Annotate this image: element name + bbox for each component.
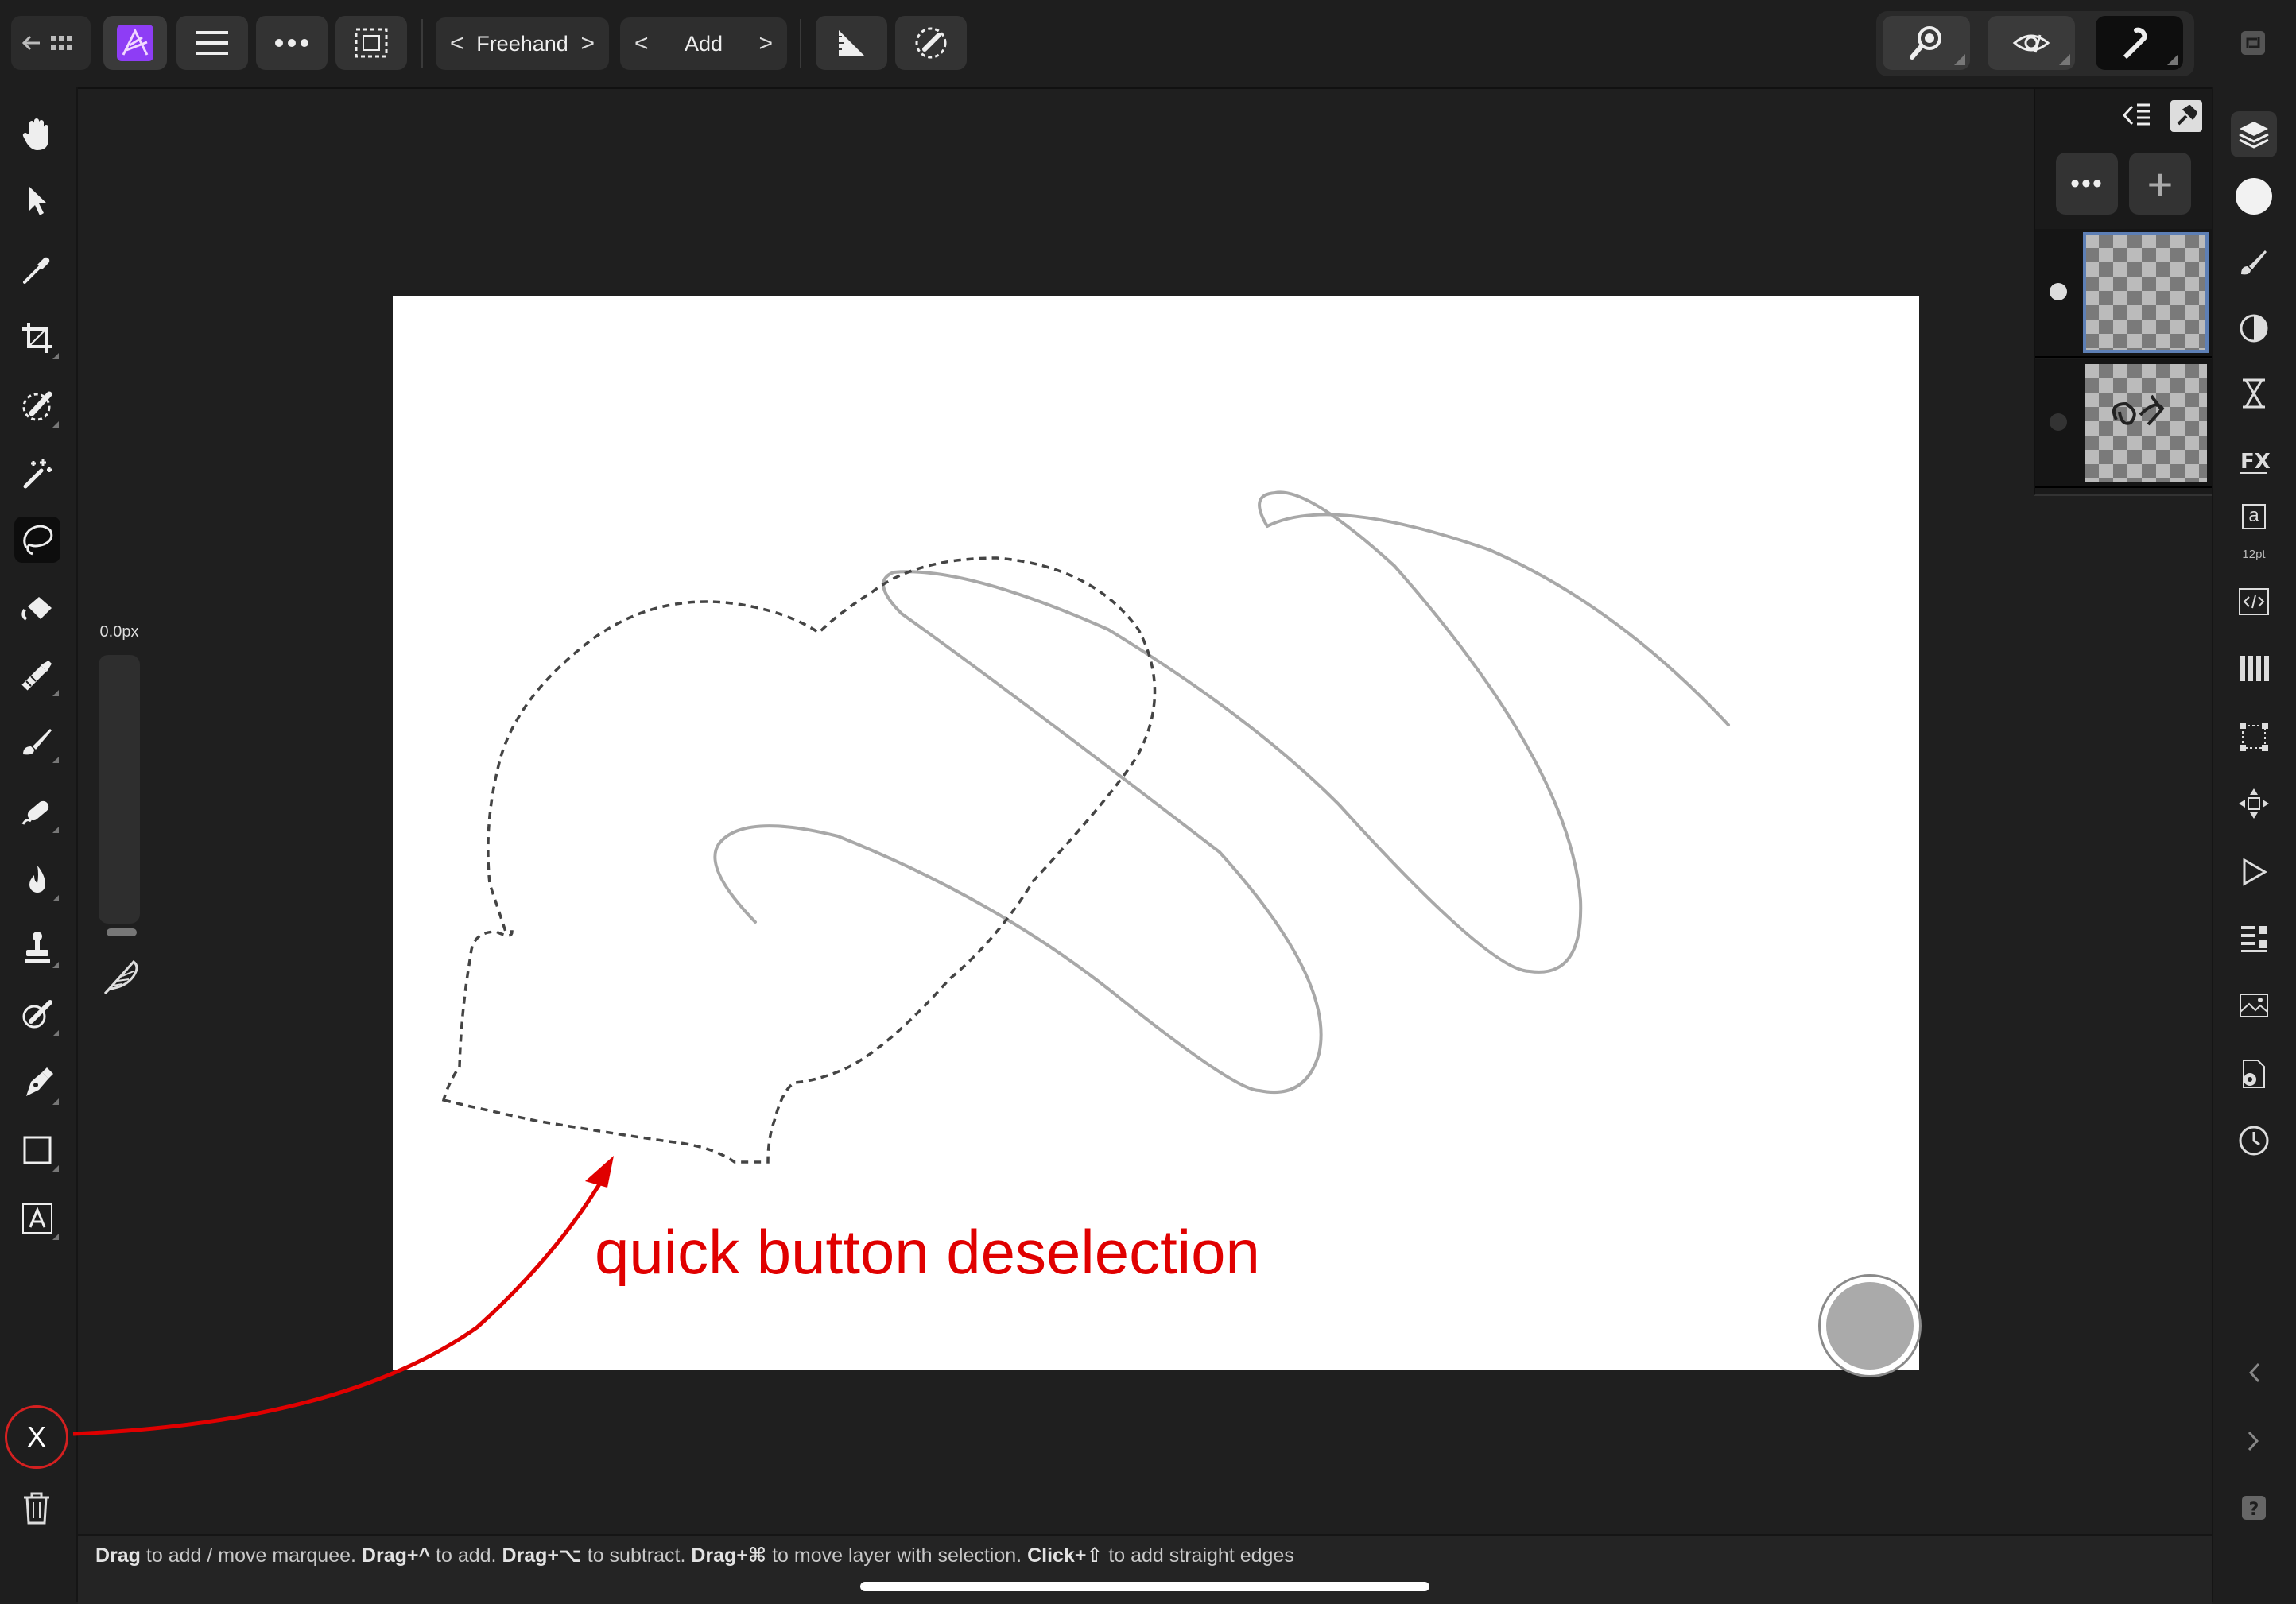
adjustments-icon[interactable]	[2231, 305, 2277, 351]
brush-icon[interactable]	[2231, 238, 2277, 285]
navigator-icon[interactable]	[2231, 781, 2277, 827]
add-layer-button[interactable]: +	[2129, 153, 2191, 215]
layers-icon[interactable]	[2231, 111, 2277, 157]
layer-thumbnail	[2083, 232, 2209, 353]
more-icon: •••	[2070, 168, 2104, 199]
color-icon[interactable]	[2231, 173, 2277, 219]
plus-icon: +	[2147, 158, 2174, 209]
transform-icon[interactable]	[2231, 714, 2277, 760]
expand-right-icon[interactable]	[2231, 1418, 2277, 1464]
layers-panel: ••• +	[2034, 89, 2213, 496]
settings-icon[interactable]	[2231, 1051, 2277, 1097]
layer-row[interactable]	[2035, 359, 2212, 488]
macro-icon[interactable]	[2231, 849, 2277, 895]
layer-visibility-toggle[interactable]	[2050, 413, 2067, 431]
source-icon[interactable]	[2231, 579, 2277, 625]
text-glyph: a	[2242, 504, 2266, 529]
history-hourglass-icon[interactable]	[2231, 370, 2277, 416]
history-icon[interactable]	[2231, 1118, 2277, 1164]
channels-icon[interactable]	[2231, 645, 2277, 692]
home-indicator[interactable]	[860, 1582, 1429, 1591]
annotation-label: quick button deselection	[595, 1217, 1260, 1287]
fx-icon[interactable]: FX	[2231, 437, 2277, 483]
collapse-left-icon[interactable]	[2231, 1350, 2277, 1396]
svg-text:?: ?	[2249, 1500, 2259, 1520]
help-icon[interactable]: ?	[2231, 1485, 2277, 1531]
pin-panel-icon[interactable]	[2170, 100, 2202, 132]
svg-text:FX: FX	[2240, 450, 2270, 474]
layer-visibility-toggle[interactable]	[2050, 283, 2067, 300]
font-size-label: 12pt	[2242, 548, 2266, 561]
layer-row[interactable]	[2035, 229, 2212, 358]
collapse-panel-icon[interactable]	[2121, 102, 2153, 133]
status-hint-text: Drag to add / move marquee. Drag+^ to ad…	[95, 1544, 1294, 1567]
layer-options-button[interactable]: •••	[2056, 153, 2118, 215]
layer-thumbnail	[2085, 364, 2207, 482]
photos-icon[interactable]	[2231, 982, 2277, 1029]
stock-icon[interactable]	[2231, 916, 2277, 962]
annotation-arrow	[72, 1156, 614, 1436]
context-status-bar: Drag to add / move marquee. Drag+^ to ad…	[78, 1534, 2212, 1604]
character-icon[interactable]: a 12pt	[2231, 502, 2277, 561]
